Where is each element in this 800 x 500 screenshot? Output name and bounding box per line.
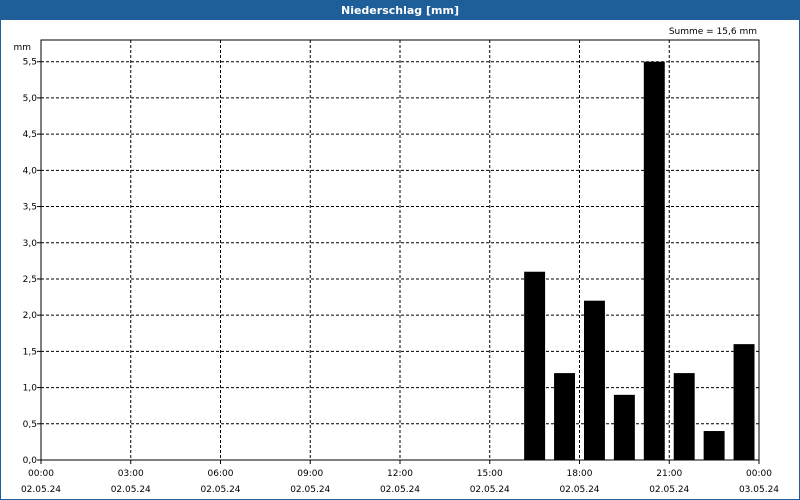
y-tick-label: 4,0: [23, 166, 38, 176]
y-tick-label: 4,5: [23, 130, 37, 140]
bar: [613, 394, 635, 460]
bar: [733, 344, 755, 460]
x-tick-label-date: 02.05.24: [21, 485, 61, 495]
bar: [524, 271, 546, 460]
y-tick-label: 3,0: [23, 239, 38, 249]
x-tick-label-date: 02.05.24: [649, 485, 689, 495]
bar: [673, 373, 695, 460]
y-tick-label: 1,5: [23, 347, 37, 357]
y-axis-label: mm: [13, 43, 31, 53]
x-tick-label-time: 21:00: [656, 469, 682, 479]
x-tick-label-time: 00:00: [28, 469, 54, 479]
x-tick-label-date: 02.05.24: [559, 485, 599, 495]
y-tick-label: 0,0: [23, 456, 38, 466]
x-tick-label-time: 06:00: [208, 469, 234, 479]
x-tick-label-time: 12:00: [387, 469, 413, 479]
x-tick-label-time: 00:00: [746, 469, 772, 479]
precipitation-chart: 0,0 0,5 1,0 1,5 2,0 2,5 3,0 3,5 4,0 4,5 5,0 5,5 mm 00…: [13, 27, 779, 495]
x-tick-label-date: 02.05.24: [111, 485, 151, 495]
x-tick-label-date: 03.05.24: [739, 485, 779, 495]
y-tick-label: 5,5: [23, 58, 37, 68]
bar: [554, 373, 576, 460]
x-tick-label-date: 02.05.24: [470, 485, 510, 495]
bar: [643, 61, 665, 461]
y-tick-label: 5,0: [23, 94, 38, 104]
y-tick-label: 2,0: [23, 311, 38, 321]
x-tick-label-time: 03:00: [118, 469, 144, 479]
bar: [583, 300, 605, 460]
x-tick-label-date: 02.05.24: [200, 485, 240, 495]
y-tick-label: 0,5: [23, 420, 37, 430]
bar: [703, 431, 725, 460]
x-tick-label-date: 02.05.24: [380, 485, 420, 495]
y-tick-label: 1,0: [23, 384, 38, 394]
y-tick-label: 2,5: [23, 275, 37, 285]
sum-annotation: Summe = 15,6 mm: [669, 27, 757, 37]
x-tick-label-time: 09:00: [297, 469, 323, 479]
chart-title: Niederschlag [mm]: [1, 1, 799, 20]
y-tick-label: 3,5: [23, 203, 37, 213]
chart-window: Niederschlag [mm] 0,0 0,5 1,0 1,5 2,0 2,5 3,0 3…: [0, 0, 800, 500]
x-tick-label-time: 18:00: [567, 469, 593, 479]
x-tick-label-date: 02.05.24: [290, 485, 330, 495]
x-tick-label-time: 15:00: [477, 469, 503, 479]
